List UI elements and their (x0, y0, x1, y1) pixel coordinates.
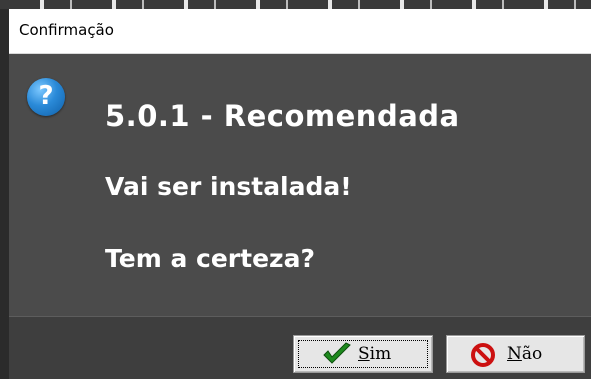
yes-button[interactable]: Sim (293, 335, 433, 373)
background-strip (0, 0, 591, 9)
no-button-label: Não (507, 344, 543, 364)
no-entry-icon (471, 343, 495, 367)
window-title: Confirmação (19, 21, 114, 39)
checkmark-icon (323, 342, 351, 364)
message-install: Vai ser instalada! (105, 172, 352, 201)
message-version: 5.0.1 - Recomendada (105, 99, 460, 133)
title-bar[interactable]: Confirmação (9, 9, 591, 54)
dialog-body: ? 5.0.1 - Recomendada Vai ser instalada!… (9, 54, 591, 379)
yes-button-label: Sim (358, 344, 392, 364)
question-icon: ? (27, 78, 65, 116)
message-question: Tem a certeza? (105, 244, 315, 273)
no-button[interactable]: Não (446, 335, 585, 373)
button-bar: Sim Não (9, 316, 591, 379)
confirmation-dialog: Confirmação ? 5.0.1 - Recomendada Vai se… (9, 9, 591, 379)
